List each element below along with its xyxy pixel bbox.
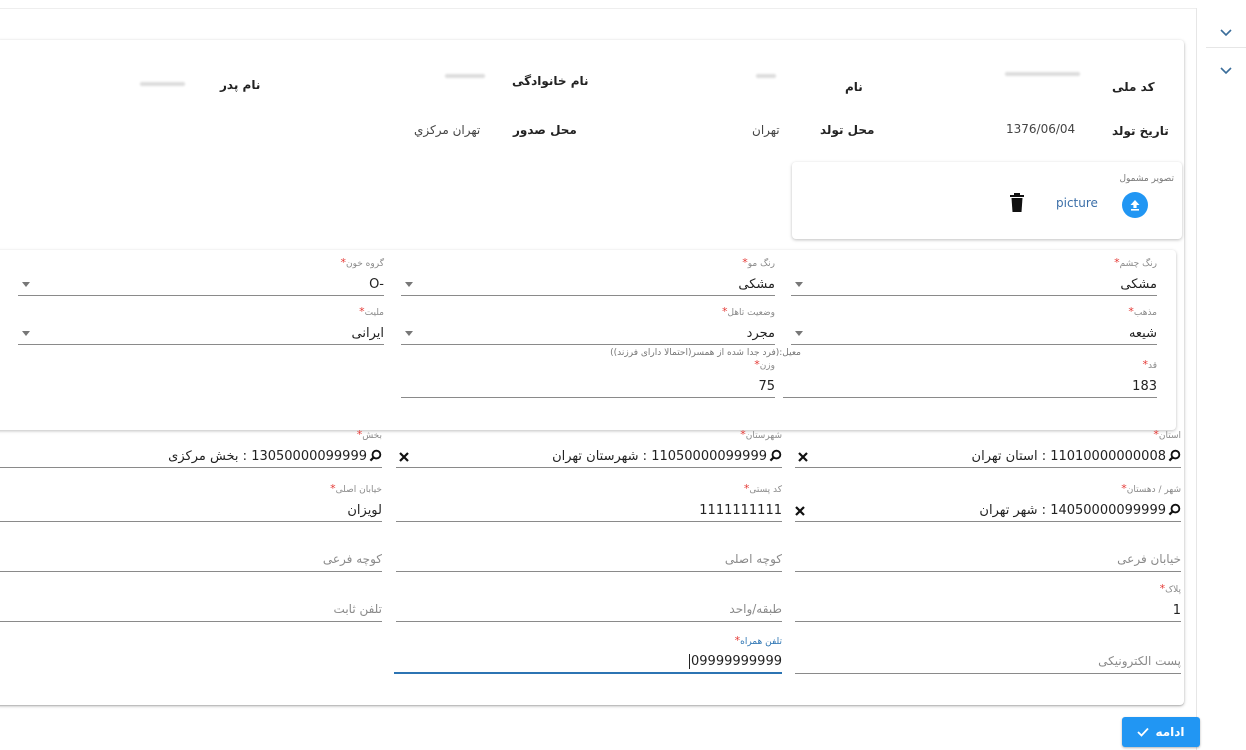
first-name-label: نام — [845, 80, 863, 94]
eye-color-select[interactable]: رنگ چشم* مشکی — [791, 256, 1157, 296]
marital-status-hint: معیل:(فرد جدا شده از همسر(احتمالا دارای … — [610, 348, 801, 358]
email-placeholder: پست الکترونیکی — [1098, 654, 1181, 668]
photo-upload-box: تصویر مشمول picture — [792, 162, 1182, 239]
height-value: 183 — [1132, 379, 1157, 394]
national-code-label: کد ملی — [1112, 80, 1155, 94]
hair-color-value: مشکی — [738, 277, 775, 292]
dropdown-caret-icon — [405, 282, 413, 287]
search-icon[interactable] — [769, 449, 782, 462]
plate-input[interactable]: پلاک* 1 — [795, 582, 1181, 622]
marital-status-select[interactable]: وضعیت تاهل* مجرد — [401, 305, 775, 345]
blood-type-select[interactable]: گروه خون* -O — [18, 256, 384, 296]
side-rail — [1196, 8, 1197, 750]
issue-place-label: محل صدور — [513, 123, 577, 137]
continue-button[interactable]: ادامه — [1122, 717, 1200, 747]
search-icon[interactable] — [369, 449, 382, 462]
chevron-down-icon[interactable] — [1206, 18, 1246, 48]
nationality-value: ایرانی — [351, 326, 384, 341]
city-value: 14050000099999 : شهر تهران — [979, 503, 1166, 518]
nationality-select[interactable]: ملیت* ایرانی — [18, 305, 384, 345]
photo-upload-title: تصویر مشمول — [1119, 174, 1174, 184]
birth-place-label: محل تولد — [820, 123, 875, 137]
mobile-value: 09999999999 — [689, 654, 782, 669]
county-input[interactable]: شهرستان* 11050000099999 : شهرستان تهران — [396, 428, 782, 468]
check-icon — [1137, 727, 1150, 737]
issue-place-value: تهران مرکزي — [414, 123, 481, 137]
birth-place-value: تهران — [752, 123, 780, 137]
clear-icon[interactable] — [792, 503, 808, 519]
birth-date-value: 1376/06/04 — [1006, 122, 1076, 136]
search-icon[interactable] — [1168, 449, 1181, 462]
blood-type-value: -O — [369, 277, 384, 292]
marital-status-value: مجرد — [746, 326, 775, 341]
dropdown-caret-icon — [22, 331, 30, 336]
province-value: 11010000000008 : استان تهران — [971, 449, 1166, 464]
birth-date-label: تاریخ تولد — [1112, 124, 1169, 138]
floor-unit-placeholder: طبقه/واحد — [729, 602, 782, 616]
city-input[interactable]: شهر / دهستان* 14050000099999 : شهر تهران — [795, 482, 1181, 522]
clear-icon[interactable] — [396, 449, 412, 465]
dropdown-caret-icon — [405, 331, 413, 336]
last-name-redacted — [445, 74, 485, 78]
main-street-value: لویزان — [347, 503, 382, 518]
floor-unit-input[interactable]: طبقه/واحد — [396, 582, 782, 622]
trash-icon[interactable] — [1009, 193, 1025, 213]
landline-input[interactable]: تلفن ثابت — [0, 582, 382, 622]
father-name-redacted — [140, 82, 185, 86]
height-input[interactable]: قد* 183 — [783, 358, 1157, 398]
religion-select[interactable]: مذهب* شیعه — [791, 305, 1157, 345]
mobile-input[interactable]: تلفن همراه* 09999999999 — [394, 634, 782, 674]
first-name-redacted — [756, 74, 776, 78]
postal-code-value: 1111111111 — [699, 503, 782, 518]
hair-color-select[interactable]: رنگ مو* مشکی — [401, 256, 775, 296]
postal-code-input[interactable]: کد پستی* 1111111111 — [396, 482, 805, 522]
last-name-label: نام خانوادگی — [512, 74, 589, 88]
weight-value: 75 — [758, 379, 775, 394]
upload-button[interactable] — [1122, 192, 1148, 218]
dropdown-caret-icon — [795, 331, 803, 336]
province-input[interactable]: استان* 11010000000008 : استان تهران — [795, 428, 1181, 468]
county-value: 11050000099999 : شهرستان تهران — [552, 449, 767, 464]
chevron-down-icon[interactable] — [1206, 56, 1246, 86]
eye-color-value: مشکی — [1120, 277, 1157, 292]
upload-icon — [1130, 200, 1140, 211]
clear-icon[interactable] — [795, 449, 811, 465]
search-icon[interactable] — [1168, 503, 1181, 516]
side-street-placeholder: خیابان فرعی — [1117, 552, 1181, 566]
side-street-input[interactable]: خیابان فرعی — [795, 532, 1181, 572]
main-street-input[interactable]: خیابان اصلی* لویزان — [0, 482, 382, 522]
side-alley-input[interactable]: کوچه فرعی — [0, 532, 382, 572]
district-input[interactable]: بخش* 13050000099999 : بخش مرکزی — [0, 428, 382, 468]
district-value: 13050000099999 : بخش مرکزی — [168, 449, 367, 464]
side-alley-placeholder: کوچه فرعی — [322, 552, 382, 566]
dropdown-caret-icon — [22, 282, 30, 287]
plate-value: 1 — [1172, 603, 1181, 618]
photo-file-link[interactable]: picture — [1056, 196, 1098, 210]
continue-label: ادامه — [1155, 725, 1185, 739]
main-alley-input[interactable]: کوچه اصلی — [396, 532, 782, 572]
religion-value: شیعه — [1128, 326, 1157, 341]
dropdown-caret-icon — [795, 282, 803, 287]
landline-placeholder: تلفن ثابت — [333, 602, 382, 616]
main-alley-placeholder: کوچه اصلی — [724, 552, 782, 566]
father-name-label: نام پدر — [220, 78, 261, 92]
email-input[interactable]: پست الکترونیکی — [795, 634, 1181, 674]
national-code-redacted — [1005, 72, 1080, 76]
weight-input[interactable]: وزن* 75 — [401, 358, 775, 398]
top-divider — [0, 8, 1196, 9]
